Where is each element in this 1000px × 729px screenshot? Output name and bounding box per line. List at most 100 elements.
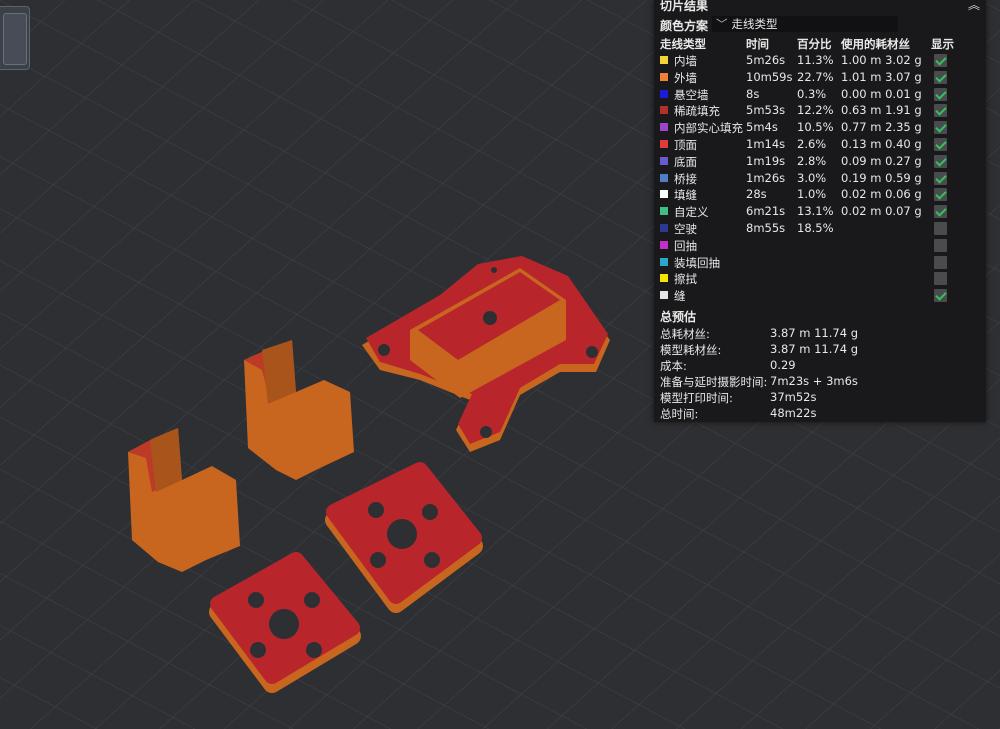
line-type-name: 悬空墙 bbox=[674, 87, 709, 102]
show-checkbox[interactable] bbox=[934, 238, 947, 252]
show-checkbox[interactable] bbox=[934, 188, 947, 202]
line-type-time: 8s bbox=[746, 86, 760, 101]
show-checkbox[interactable] bbox=[934, 222, 947, 235]
line-type-time: 1m14s bbox=[746, 137, 786, 151]
show-checkbox[interactable] bbox=[934, 205, 947, 219]
summary-row: 总时间: 48m22s bbox=[660, 406, 980, 422]
line-type-used: 0.09 m 0.27 g bbox=[841, 153, 922, 168]
show-checkbox[interactable] bbox=[934, 70, 947, 84]
summary-value: 7m23s + 3m6s bbox=[770, 374, 858, 388]
color-swatch bbox=[660, 291, 668, 300]
line-type-time: 5m26s bbox=[746, 53, 786, 67]
show-checkbox[interactable] bbox=[934, 171, 947, 185]
show-checkbox[interactable] bbox=[934, 104, 947, 118]
show-checkbox[interactable] bbox=[934, 121, 947, 135]
line-type-name: 底面 bbox=[674, 154, 697, 169]
color-swatch bbox=[660, 257, 668, 266]
color-swatch bbox=[660, 190, 668, 199]
line-type-row: 空驶 8m55s 18.5% bbox=[654, 220, 986, 237]
line-type-used: 1.00 m 3.02 g bbox=[841, 53, 922, 67]
summary-row: 总耗材丝: 3.87 m 11.74 g bbox=[660, 326, 980, 342]
col-header-type: 走线类型 bbox=[660, 37, 706, 51]
summary-row: 成本: 0.29 bbox=[660, 358, 980, 374]
line-type-row: 缝 bbox=[654, 287, 986, 304]
col-header-used: 使用的耗材丝 bbox=[841, 37, 910, 51]
line-type-used: 0.63 m 1.91 g bbox=[841, 103, 922, 118]
color-swatch bbox=[660, 72, 668, 81]
line-type-name: 空驶 bbox=[674, 222, 697, 236]
line-type-used: 0.77 m 2.35 g bbox=[841, 120, 922, 135]
cube-view-icon bbox=[3, 13, 27, 65]
line-type-row: 顶面 1m14s 2.6% 0.13 m 0.40 g bbox=[654, 136, 986, 153]
summary-value: 48m22s bbox=[770, 406, 817, 420]
summary-key: 总耗材丝: bbox=[660, 327, 710, 341]
line-type-used: 0.02 m 0.06 g bbox=[841, 187, 922, 202]
line-type-percent: 2.6% bbox=[797, 137, 827, 151]
line-type-row: 装填回抽 bbox=[654, 254, 986, 271]
show-checkbox[interactable] bbox=[934, 87, 947, 101]
summary-value: 3.87 m 11.74 g bbox=[770, 342, 858, 356]
line-type-name: 顶面 bbox=[674, 138, 697, 152]
line-type-percent: 10.5% bbox=[797, 120, 834, 135]
color-swatch bbox=[660, 173, 668, 182]
view-tool-button[interactable] bbox=[0, 6, 30, 70]
line-type-name: 外墙 bbox=[674, 70, 697, 85]
line-type-used: 0.19 m 0.59 g bbox=[841, 170, 922, 185]
show-checkbox[interactable] bbox=[934, 154, 947, 168]
show-checkbox[interactable] bbox=[934, 272, 947, 286]
line-type-name: 稀疏填充 bbox=[674, 104, 720, 119]
line-type-time: 5m4s bbox=[746, 120, 778, 135]
line-type-used: 0.00 m 0.01 g bbox=[841, 86, 922, 101]
col-header-percent: 百分比 bbox=[797, 37, 832, 51]
line-type-row: 桥接 1m26s 3.0% 0.19 m 0.59 g bbox=[654, 170, 986, 187]
chevron-down-icon: ﹀ bbox=[716, 17, 728, 31]
show-checkbox[interactable] bbox=[934, 255, 947, 269]
color-swatch bbox=[660, 224, 668, 232]
line-type-name: 填缝 bbox=[674, 188, 697, 203]
line-type-time: 28s bbox=[746, 187, 767, 202]
summary-key: 模型耗材丝: bbox=[660, 343, 722, 357]
color-scheme-dropdown[interactable]: ﹀ 走线类型 bbox=[712, 16, 898, 32]
color-swatch bbox=[660, 156, 668, 165]
show-checkbox[interactable] bbox=[934, 54, 947, 67]
line-type-row: 稀疏填充 5m53s 12.2% 0.63 m 1.91 g bbox=[654, 102, 986, 119]
summary-value: 37m52s bbox=[770, 390, 817, 404]
line-type-row: 内部实心填充 5m4s 10.5% 0.77 m 2.35 g bbox=[654, 119, 986, 136]
show-checkbox[interactable] bbox=[934, 289, 947, 303]
line-type-name: 桥接 bbox=[674, 171, 697, 186]
line-type-used: 0.02 m 0.07 g bbox=[841, 204, 922, 219]
line-type-used: 1.01 m 3.07 g bbox=[841, 69, 922, 84]
color-swatch bbox=[660, 274, 668, 283]
summary-row: 模型打印时间: 37m52s bbox=[660, 390, 980, 406]
summary-row: 模型耗材丝: 3.87 m 11.74 g bbox=[660, 342, 980, 358]
line-type-row: 擦拭 bbox=[654, 270, 986, 287]
color-swatch bbox=[660, 89, 668, 98]
line-type-name: 缝 bbox=[674, 289, 686, 304]
color-swatch bbox=[660, 123, 668, 132]
panel-title: 切片结果 bbox=[660, 0, 709, 13]
line-type-percent: 2.8% bbox=[797, 153, 827, 168]
line-type-time: 5m53s bbox=[746, 103, 786, 118]
line-type-percent: 11.3% bbox=[797, 53, 834, 67]
summary-row: 准备与延时摄影时间: 7m23s + 3m6s bbox=[660, 374, 980, 390]
line-type-percent: 3.0% bbox=[797, 170, 827, 185]
collapse-icon[interactable]: ︽ bbox=[968, 0, 980, 13]
col-header-time: 时间 bbox=[746, 37, 769, 51]
summary-value: 0.29 bbox=[770, 358, 796, 372]
col-header-show: 显示 bbox=[931, 37, 954, 51]
line-type-time: 1m19s bbox=[746, 153, 786, 168]
summary-key: 成本: bbox=[660, 359, 687, 373]
color-swatch bbox=[660, 140, 668, 148]
show-checkbox[interactable] bbox=[934, 138, 947, 151]
color-scheme-label: 颜色方案 bbox=[660, 19, 709, 33]
line-type-percent: 18.5% bbox=[797, 221, 834, 235]
line-type-row: 自定义 6m21s 13.1% 0.02 m 0.07 g bbox=[654, 203, 986, 220]
line-type-name: 内墙 bbox=[674, 54, 697, 68]
line-type-percent: 13.1% bbox=[797, 204, 834, 219]
line-type-name: 装填回抽 bbox=[674, 255, 720, 270]
line-type-row: 底面 1m19s 2.8% 0.09 m 0.27 g bbox=[654, 153, 986, 170]
color-swatch bbox=[660, 106, 668, 115]
color-scheme-value: 走线类型 bbox=[731, 17, 778, 31]
summary-key: 总时间: bbox=[660, 407, 699, 421]
color-swatch bbox=[660, 56, 668, 64]
